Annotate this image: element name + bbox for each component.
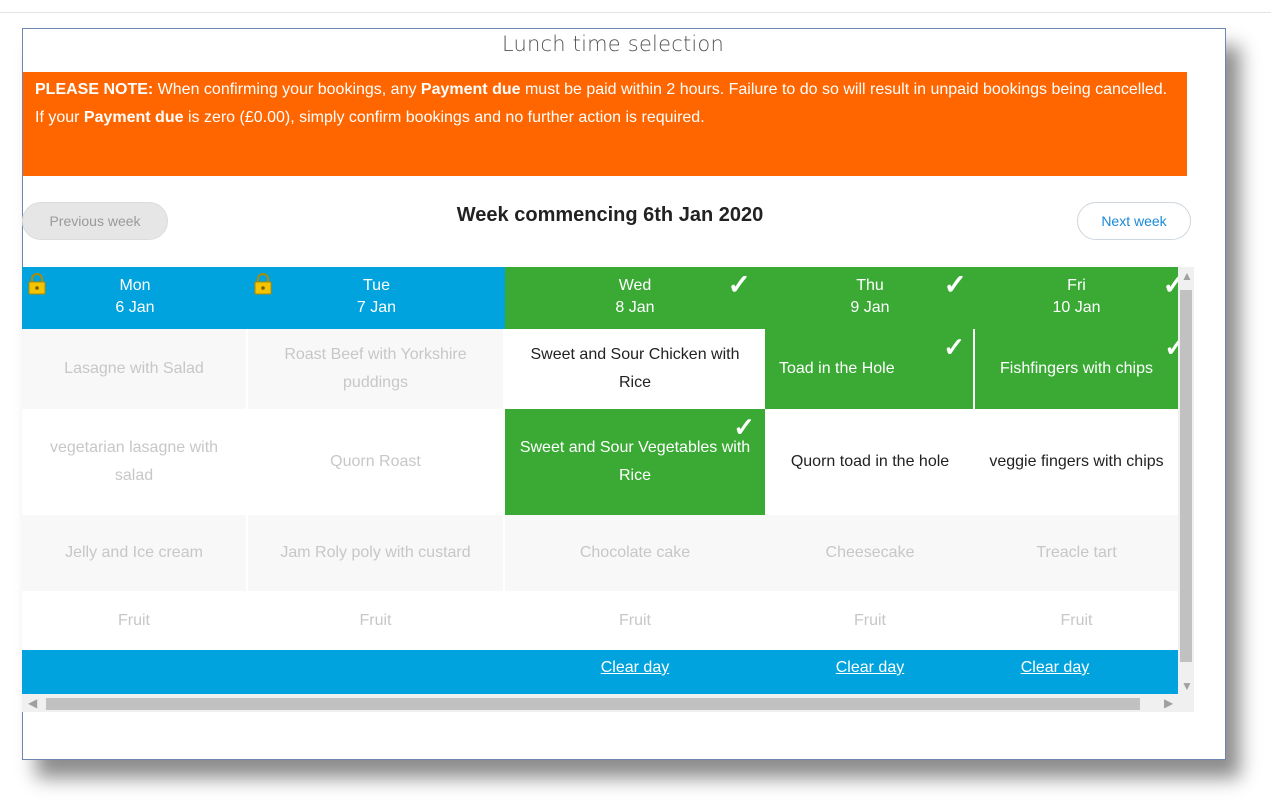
meal-label: Chocolate cake xyxy=(579,544,691,561)
meal-label: Sweet and Sour Chicken with Rice xyxy=(530,346,740,391)
check-icon: ✓ xyxy=(1164,332,1178,362)
lock-icon xyxy=(254,273,272,295)
meal-label: Quorn Roast xyxy=(330,453,421,470)
day-header-wed[interactable]: Wed 8 Jan ✓ xyxy=(505,267,765,329)
scroll-left-arrow-icon[interactable]: ◀ xyxy=(28,697,37,709)
day-name: Fri xyxy=(1067,277,1086,294)
notice-text: is zero (£0.00), simply confirm bookings… xyxy=(183,109,705,126)
meal-label: vegetarian lasagne with salad xyxy=(49,439,219,484)
meal-option-main-mon: Lasagne with Salad xyxy=(22,329,246,409)
day-date: 9 Jan xyxy=(850,299,890,316)
notice-prefix: PLEASE NOTE: xyxy=(35,81,154,98)
meal-label: Jelly and Ice cream xyxy=(65,544,203,561)
day-header-fri[interactable]: Fri 10 Jan ✓ xyxy=(975,267,1178,329)
meal-option-main-fri[interactable]: Fishfingers with chips ✓ xyxy=(975,329,1178,409)
check-icon: ✓ xyxy=(727,269,751,300)
clear-day-link-fri[interactable]: Clear day xyxy=(975,659,1135,677)
check-icon: ✓ xyxy=(943,332,965,362)
meal-option-veg-wed[interactable]: Sweet and Sour Vegetables with Rice ✓ xyxy=(505,409,765,515)
meal-label: Jam Roly poly with custard xyxy=(280,544,471,561)
meal-label: Fishfingers with chips xyxy=(1000,360,1153,377)
notice-bold: Payment due xyxy=(83,109,184,126)
meal-option-fruit-mon: Fruit xyxy=(22,591,246,650)
meal-label: Cheesecake xyxy=(825,544,915,561)
meal-option-main-wed[interactable]: Sweet and Sour Chicken with Rice xyxy=(505,329,765,409)
menu-grid: Mon 6 Jan Tue 7 Jan Wed 8 Jan ✓ Thu 9 Ja… xyxy=(22,267,1178,694)
previous-week-button[interactable]: Previous week xyxy=(22,202,168,240)
meal-option-dessert-thu: Cheesecake xyxy=(765,515,975,591)
notice-line-1: PLEASE NOTE: When confirming your bookin… xyxy=(35,76,1175,104)
check-icon: ✓ xyxy=(943,269,967,300)
scroll-right-arrow-icon[interactable]: ▶ xyxy=(1164,697,1173,709)
day-name: Wed xyxy=(618,277,652,294)
day-header-mon: Mon 6 Jan xyxy=(22,267,248,329)
meal-label: Fruit xyxy=(619,611,651,629)
meal-option-main-tue: Roast Beef with Yorkshire puddings xyxy=(248,329,503,409)
meal-option-veg-tue: Quorn Roast xyxy=(248,409,503,515)
day-date: 8 Jan xyxy=(615,299,655,316)
meal-label: veggie fingers with chips xyxy=(989,453,1164,470)
scroll-up-arrow-icon[interactable]: ▲ xyxy=(1181,270,1193,282)
meal-label: Fruit xyxy=(854,611,886,629)
top-divider xyxy=(0,12,1271,13)
scroll-down-arrow-icon[interactable]: ▼ xyxy=(1181,680,1193,692)
payment-notice: PLEASE NOTE: When confirming your bookin… xyxy=(23,72,1187,176)
page-title: Lunch time selection xyxy=(502,32,724,56)
meal-label: Fruit xyxy=(118,611,150,629)
meal-option-veg-thu[interactable]: Quorn toad in the hole xyxy=(765,409,975,515)
meal-option-fruit-thu: Fruit xyxy=(765,591,975,650)
clear-day-link-thu[interactable]: Clear day xyxy=(765,659,975,677)
meal-label: Roast Beef with Yorkshire puddings xyxy=(284,346,467,391)
notice-text: When confirming your bookings, any xyxy=(153,81,421,98)
day-name: Mon xyxy=(119,277,151,294)
notice-text: If your xyxy=(35,109,84,126)
vertical-scroll-thumb[interactable] xyxy=(1180,290,1192,662)
meal-option-veg-fri[interactable]: veggie fingers with chips xyxy=(975,409,1178,515)
day-date: 6 Jan xyxy=(115,299,155,316)
meal-option-dessert-mon: Jelly and Ice cream xyxy=(22,515,246,591)
meal-option-veg-mon: vegetarian lasagne with salad xyxy=(22,409,246,515)
meal-option-dessert-fri: Treacle tart xyxy=(975,515,1178,591)
day-header-thu[interactable]: Thu 9 Jan ✓ xyxy=(765,267,975,329)
day-date: 7 Jan xyxy=(356,299,397,316)
meal-label: Sweet and Sour Vegetables with Rice xyxy=(519,439,751,484)
meal-option-fruit-fri: Fruit xyxy=(975,591,1178,650)
meal-option-main-thu[interactable]: Toad in the Hole ✓ xyxy=(765,329,973,409)
horizontal-scroll-thumb[interactable] xyxy=(46,698,1140,710)
notice-line-2: If your Payment due is zero (£0.00), sim… xyxy=(35,104,1175,132)
next-week-button[interactable]: Next week xyxy=(1077,202,1191,240)
day-name: Tue xyxy=(363,277,390,294)
day-date: 10 Jan xyxy=(1052,299,1101,316)
meal-option-fruit-tue: Fruit xyxy=(248,591,503,650)
check-icon: ✓ xyxy=(733,412,755,442)
meal-option-dessert-wed: Chocolate cake xyxy=(505,515,765,591)
clear-day-link-wed[interactable]: Clear day xyxy=(505,659,765,677)
meal-label: Fruit xyxy=(1060,611,1093,629)
meal-option-dessert-tue: Jam Roly poly with custard xyxy=(248,515,503,591)
meal-label: Quorn toad in the hole xyxy=(790,453,950,470)
day-header-tue: Tue 7 Jan xyxy=(248,267,505,329)
meal-label: Lasagne with Salad xyxy=(64,360,204,377)
meal-label: Treacle tart xyxy=(1036,544,1117,561)
notice-bold: Payment due xyxy=(420,81,521,98)
meal-label: Toad in the Hole xyxy=(779,360,895,377)
meal-label: Fruit xyxy=(359,611,392,629)
week-title: Week commencing 6th Jan 2020 xyxy=(456,204,764,226)
check-icon: ✓ xyxy=(1162,269,1178,300)
notice-text: must be paid within 2 hours. Failure to … xyxy=(520,81,1168,98)
meal-option-fruit-wed: Fruit xyxy=(505,591,765,650)
lock-icon xyxy=(28,273,46,295)
